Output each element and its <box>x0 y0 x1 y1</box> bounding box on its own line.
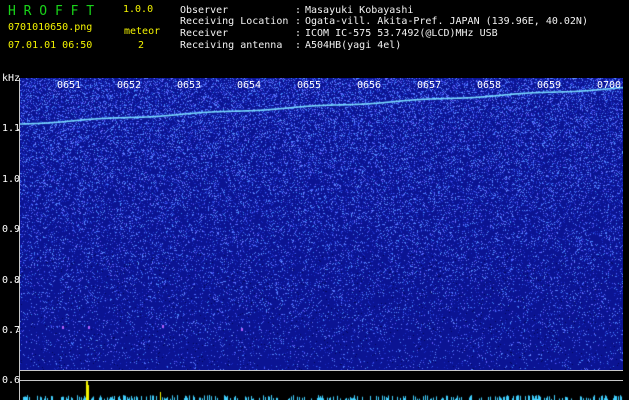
y-tick <box>17 129 20 130</box>
info-location-key: Receiving Location <box>180 16 289 27</box>
y-tick <box>17 331 20 332</box>
info-antenna-sep: : <box>295 40 302 51</box>
time-tick-0700: 0700 <box>597 80 622 91</box>
time-tick-0656: 0656 <box>357 80 382 91</box>
meteor-label: meteor <box>124 26 161 37</box>
info-antenna-key: Receiving antenna <box>180 40 283 51</box>
info-location-value: Ogata-vill. Akita-Pref. JAPAN (139.96E, … <box>305 16 588 27</box>
info-receiver-value: ICOM IC-575 53.7492(@LCD)MHz USB <box>305 28 498 39</box>
info-observer-value: Masayuki Kobayashi <box>305 5 414 16</box>
info-antenna-value: A504HB(yagi 4el) <box>305 40 402 51</box>
y-tick <box>17 281 20 282</box>
time-tick-0657: 0657 <box>417 80 442 91</box>
time-tick-0658: 0658 <box>477 80 502 91</box>
info-observer-sep: : <box>295 5 302 16</box>
y-tick-label-0.6: 0.6 <box>2 375 21 386</box>
signal-level-trace <box>20 380 623 400</box>
time-tick-0653: 0653 <box>177 80 202 91</box>
unit-label: kHz <box>2 73 21 84</box>
meteor-count: 2 <box>138 40 145 51</box>
time-tick-0651: 0651 <box>57 80 82 91</box>
app-title: H R O F F T <box>8 4 95 19</box>
info-observer-key: Observer <box>180 5 229 16</box>
y-tick <box>17 230 20 231</box>
spectrogram-noise <box>20 78 623 370</box>
y-tick <box>17 180 20 181</box>
app-version: 1.0.0 <box>123 4 154 15</box>
time-tick-0652: 0652 <box>117 80 142 91</box>
info-receiver-sep: : <box>295 28 302 39</box>
datetime: 07.01.01 06:50 <box>8 40 93 51</box>
time-tick-0654: 0654 <box>237 80 262 91</box>
time-tick-0655: 0655 <box>297 80 322 91</box>
info-receiver-key: Receiver <box>180 28 229 39</box>
spectrogram <box>20 78 623 370</box>
time-tick-0659: 0659 <box>537 80 562 91</box>
level-panel-top-line <box>20 370 623 371</box>
filename: 0701010650.png <box>8 22 93 33</box>
info-location-sep: : <box>295 16 302 27</box>
